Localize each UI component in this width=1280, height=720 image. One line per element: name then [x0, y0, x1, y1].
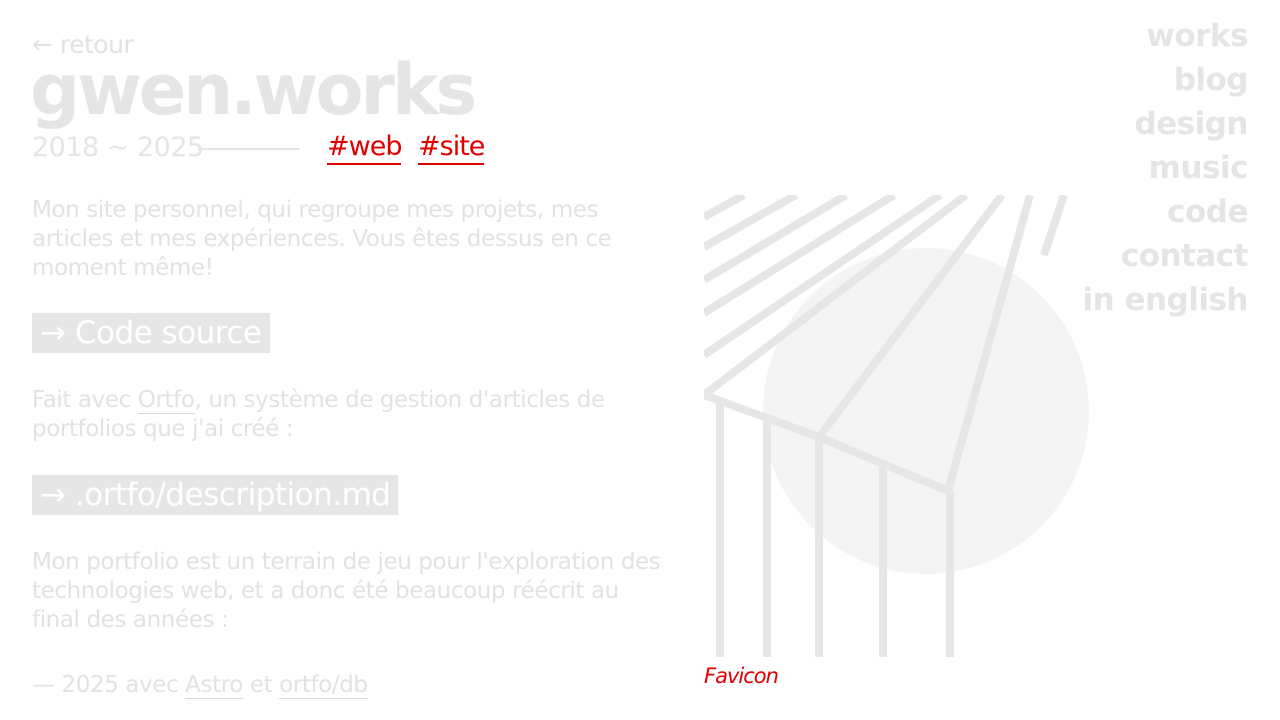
nav-item-design[interactable]: design: [1082, 102, 1248, 146]
code-source-button[interactable]: → Code source: [32, 313, 270, 353]
nav-item-works[interactable]: works: [1082, 14, 1248, 58]
years-divider: [198, 148, 300, 150]
nav-item-blog[interactable]: blog: [1082, 58, 1249, 102]
version-prefix: — 2025 avec: [32, 672, 186, 698]
nav-item-code[interactable]: code: [1082, 190, 1248, 234]
favicon-artwork: [704, 195, 1089, 657]
page-title: gwen.works: [30, 49, 477, 131]
main-nav: works blog design music code contact in …: [1082, 14, 1248, 322]
version-2025-line: — 2025 avec Astro et ortfo/db: [32, 671, 672, 700]
astro-link[interactable]: Astro: [185, 672, 243, 699]
intro-paragraph: Mon site personnel, qui regroupe mes pro…: [32, 197, 612, 281]
nav-item-contact[interactable]: contact: [1082, 234, 1249, 278]
made-with-paragraph: Fait avec Ortfo, un système de gestion d…: [32, 386, 672, 444]
history-paragraph: Mon portfolio est un terrain de jeu pour…: [32, 549, 661, 633]
ortfo-link[interactable]: Ortfo: [137, 387, 195, 414]
made-with-text-before: Fait avec: [32, 387, 138, 413]
nav-item-english[interactable]: in english: [1082, 278, 1248, 322]
ortfo-db-link[interactable]: ortfo/db: [279, 672, 368, 699]
description-file-button[interactable]: → .ortfo/description.md: [32, 475, 399, 515]
version-middle: et: [242, 672, 280, 698]
tag-web-link[interactable]: #web: [327, 131, 402, 165]
tag-site-link[interactable]: #site: [418, 131, 485, 165]
years-range: 2018 ~ 2025: [32, 132, 204, 163]
nav-item-music[interactable]: music: [1082, 146, 1249, 190]
artwork-caption: Favicon: [704, 664, 779, 688]
